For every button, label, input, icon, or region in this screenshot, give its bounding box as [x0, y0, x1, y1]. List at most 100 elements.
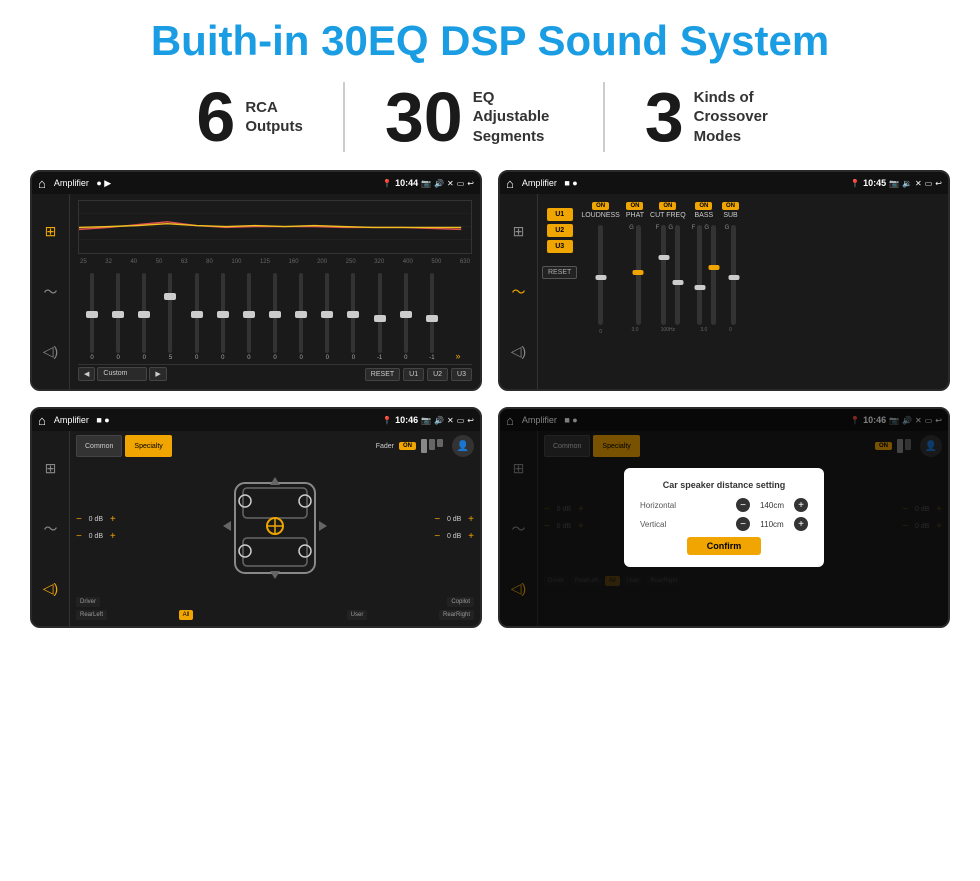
preset-u1[interactable]: U1	[547, 208, 573, 221]
loudness-on[interactable]: ON	[592, 202, 609, 210]
cross-speaker-icon[interactable]: ◁)	[511, 343, 526, 360]
vertical-minus-button[interactable]: −	[736, 517, 750, 531]
sub-on[interactable]: ON	[722, 202, 739, 210]
horizontal-plus-button[interactable]: +	[794, 498, 808, 512]
slider-thumb-8[interactable]	[269, 311, 281, 318]
vol-val-fr: 0 dB	[442, 516, 466, 523]
prev-button[interactable]: ◀	[78, 367, 95, 381]
slider-track-9[interactable]	[299, 273, 303, 353]
next-button[interactable]: ▶	[149, 367, 166, 381]
slider-track-10[interactable]	[325, 273, 329, 353]
u3-button[interactable]: U3	[451, 368, 472, 381]
bass-on[interactable]: ON	[695, 202, 712, 210]
slider-val-3: 0	[143, 355, 146, 361]
phat-slider[interactable]	[633, 270, 644, 275]
slider-track-6[interactable]	[221, 273, 225, 353]
slider-thumb-11[interactable]	[347, 311, 359, 318]
slider-track-3[interactable]	[142, 273, 146, 353]
common-tab[interactable]: Common	[76, 435, 122, 457]
avatar-icon[interactable]: 👤	[452, 435, 474, 457]
back-icon: ↩	[467, 179, 474, 188]
slider-track-7[interactable]	[247, 273, 251, 353]
slider-thumb-5[interactable]	[191, 311, 203, 318]
slider-thumb-1[interactable]	[86, 311, 98, 318]
rearleft-label[interactable]: RearLeft	[76, 610, 107, 620]
slider-track-12[interactable]	[378, 273, 382, 353]
crossover-reset-button[interactable]: RESET	[542, 266, 577, 279]
user-label[interactable]: User	[347, 610, 368, 620]
cutfreq-slider[interactable]	[658, 255, 669, 260]
bass-slider[interactable]	[694, 285, 705, 290]
slider-thumb-7[interactable]	[243, 311, 255, 318]
more-label[interactable]: »	[456, 351, 461, 361]
vol-plus-rr[interactable]: +	[468, 531, 474, 542]
slider-track-5[interactable]	[195, 273, 199, 353]
rearright-label[interactable]: RearRight	[439, 610, 474, 620]
eq-home-icon[interactable]: ⌂	[38, 176, 46, 191]
slider-track-1[interactable]	[90, 273, 94, 353]
cutfreq-on[interactable]: ON	[659, 202, 676, 210]
vol-plus-fr[interactable]: +	[468, 514, 474, 525]
eq-speaker-icon[interactable]: ◁)	[43, 343, 58, 360]
copilot-label[interactable]: Copilot	[447, 597, 474, 607]
eq-wave-icon[interactable]: 〜	[44, 282, 58, 302]
eq-main: 25 32 40 50 63 80 100 125 160 200 250 32…	[70, 194, 480, 389]
confirm-button[interactable]: Confirm	[687, 537, 762, 555]
loudness-slider[interactable]	[595, 275, 606, 280]
specialty-tab[interactable]: Specialty	[125, 435, 171, 457]
crossover-home-icon[interactable]: ⌂	[506, 176, 514, 191]
eq-slider-7: 0	[237, 273, 261, 361]
slider-thumb-2[interactable]	[112, 311, 124, 318]
reset-button[interactable]: RESET	[365, 368, 400, 381]
bass-slider2[interactable]	[708, 265, 719, 270]
slider-thumb-9[interactable]	[295, 311, 307, 318]
slider-track-11[interactable]	[351, 273, 355, 353]
spk-speaker-icon[interactable]: ◁)	[43, 580, 58, 597]
slider-track-4[interactable]	[168, 273, 172, 353]
fader-bar-1	[421, 439, 427, 453]
cutfreq-slider2[interactable]	[672, 280, 683, 285]
slider-thumb-13[interactable]	[400, 311, 412, 318]
all-label[interactable]: All	[179, 610, 194, 620]
fader-on-badge[interactable]: ON	[399, 442, 416, 450]
phat-on[interactable]: ON	[626, 202, 643, 210]
slider-thumb-10[interactable]	[321, 311, 333, 318]
eq-slider-5: 0	[185, 273, 209, 361]
slider-thumb-12[interactable]	[374, 315, 386, 322]
slider-thumb-3[interactable]	[138, 311, 150, 318]
crossover-time: 10:45	[863, 178, 886, 188]
preset-u2[interactable]: U2	[547, 224, 573, 237]
slider-val-6: 0	[221, 355, 224, 361]
slider-track-14[interactable]	[430, 273, 434, 353]
horizontal-minus-button[interactable]: −	[736, 498, 750, 512]
u1-button[interactable]: U1	[403, 368, 424, 381]
preset-u3[interactable]: U3	[547, 240, 573, 253]
u2-button[interactable]: U2	[427, 368, 448, 381]
vol-minus-fl[interactable]: −	[76, 514, 82, 525]
cross-filter-icon[interactable]: ⊞	[513, 223, 525, 240]
vol-plus-rl[interactable]: +	[110, 531, 116, 542]
vol-minus-fr[interactable]: −	[434, 514, 440, 525]
slider-track-13[interactable]	[404, 273, 408, 353]
driver-label[interactable]: Driver	[76, 597, 100, 607]
eq-filter-icon[interactable]: ⊞	[45, 223, 57, 240]
eq-bottom-row: ◀ Custom ▶ RESET U1 U2 U3	[78, 364, 472, 383]
fader-row: Fader ON	[376, 435, 443, 457]
vertical-plus-button[interactable]: +	[794, 517, 808, 531]
vol-plus-fl[interactable]: +	[110, 514, 116, 525]
sub-slider[interactable]	[728, 275, 739, 280]
eq-graph	[78, 200, 472, 254]
spk-wave-icon[interactable]: 〜	[44, 519, 58, 539]
vol-minus-rr[interactable]: −	[434, 531, 440, 542]
page-wrapper: Buith-in 30EQ DSP Sound System 6 RCAOutp…	[0, 0, 980, 881]
vol-minus-rl[interactable]: −	[76, 531, 82, 542]
slider-thumb-4[interactable]	[164, 293, 176, 300]
slider-thumb-6[interactable]	[217, 311, 229, 318]
spk-filter-icon[interactable]: ⊞	[45, 460, 57, 477]
slider-track-8[interactable]	[273, 273, 277, 353]
loudness-label: LOUDNESS	[581, 212, 620, 219]
cross-wave-icon[interactable]: 〜	[512, 282, 526, 302]
slider-thumb-14[interactable]	[426, 315, 438, 322]
slider-track-2[interactable]	[116, 273, 120, 353]
speaker-home-icon[interactable]: ⌂	[38, 413, 46, 428]
